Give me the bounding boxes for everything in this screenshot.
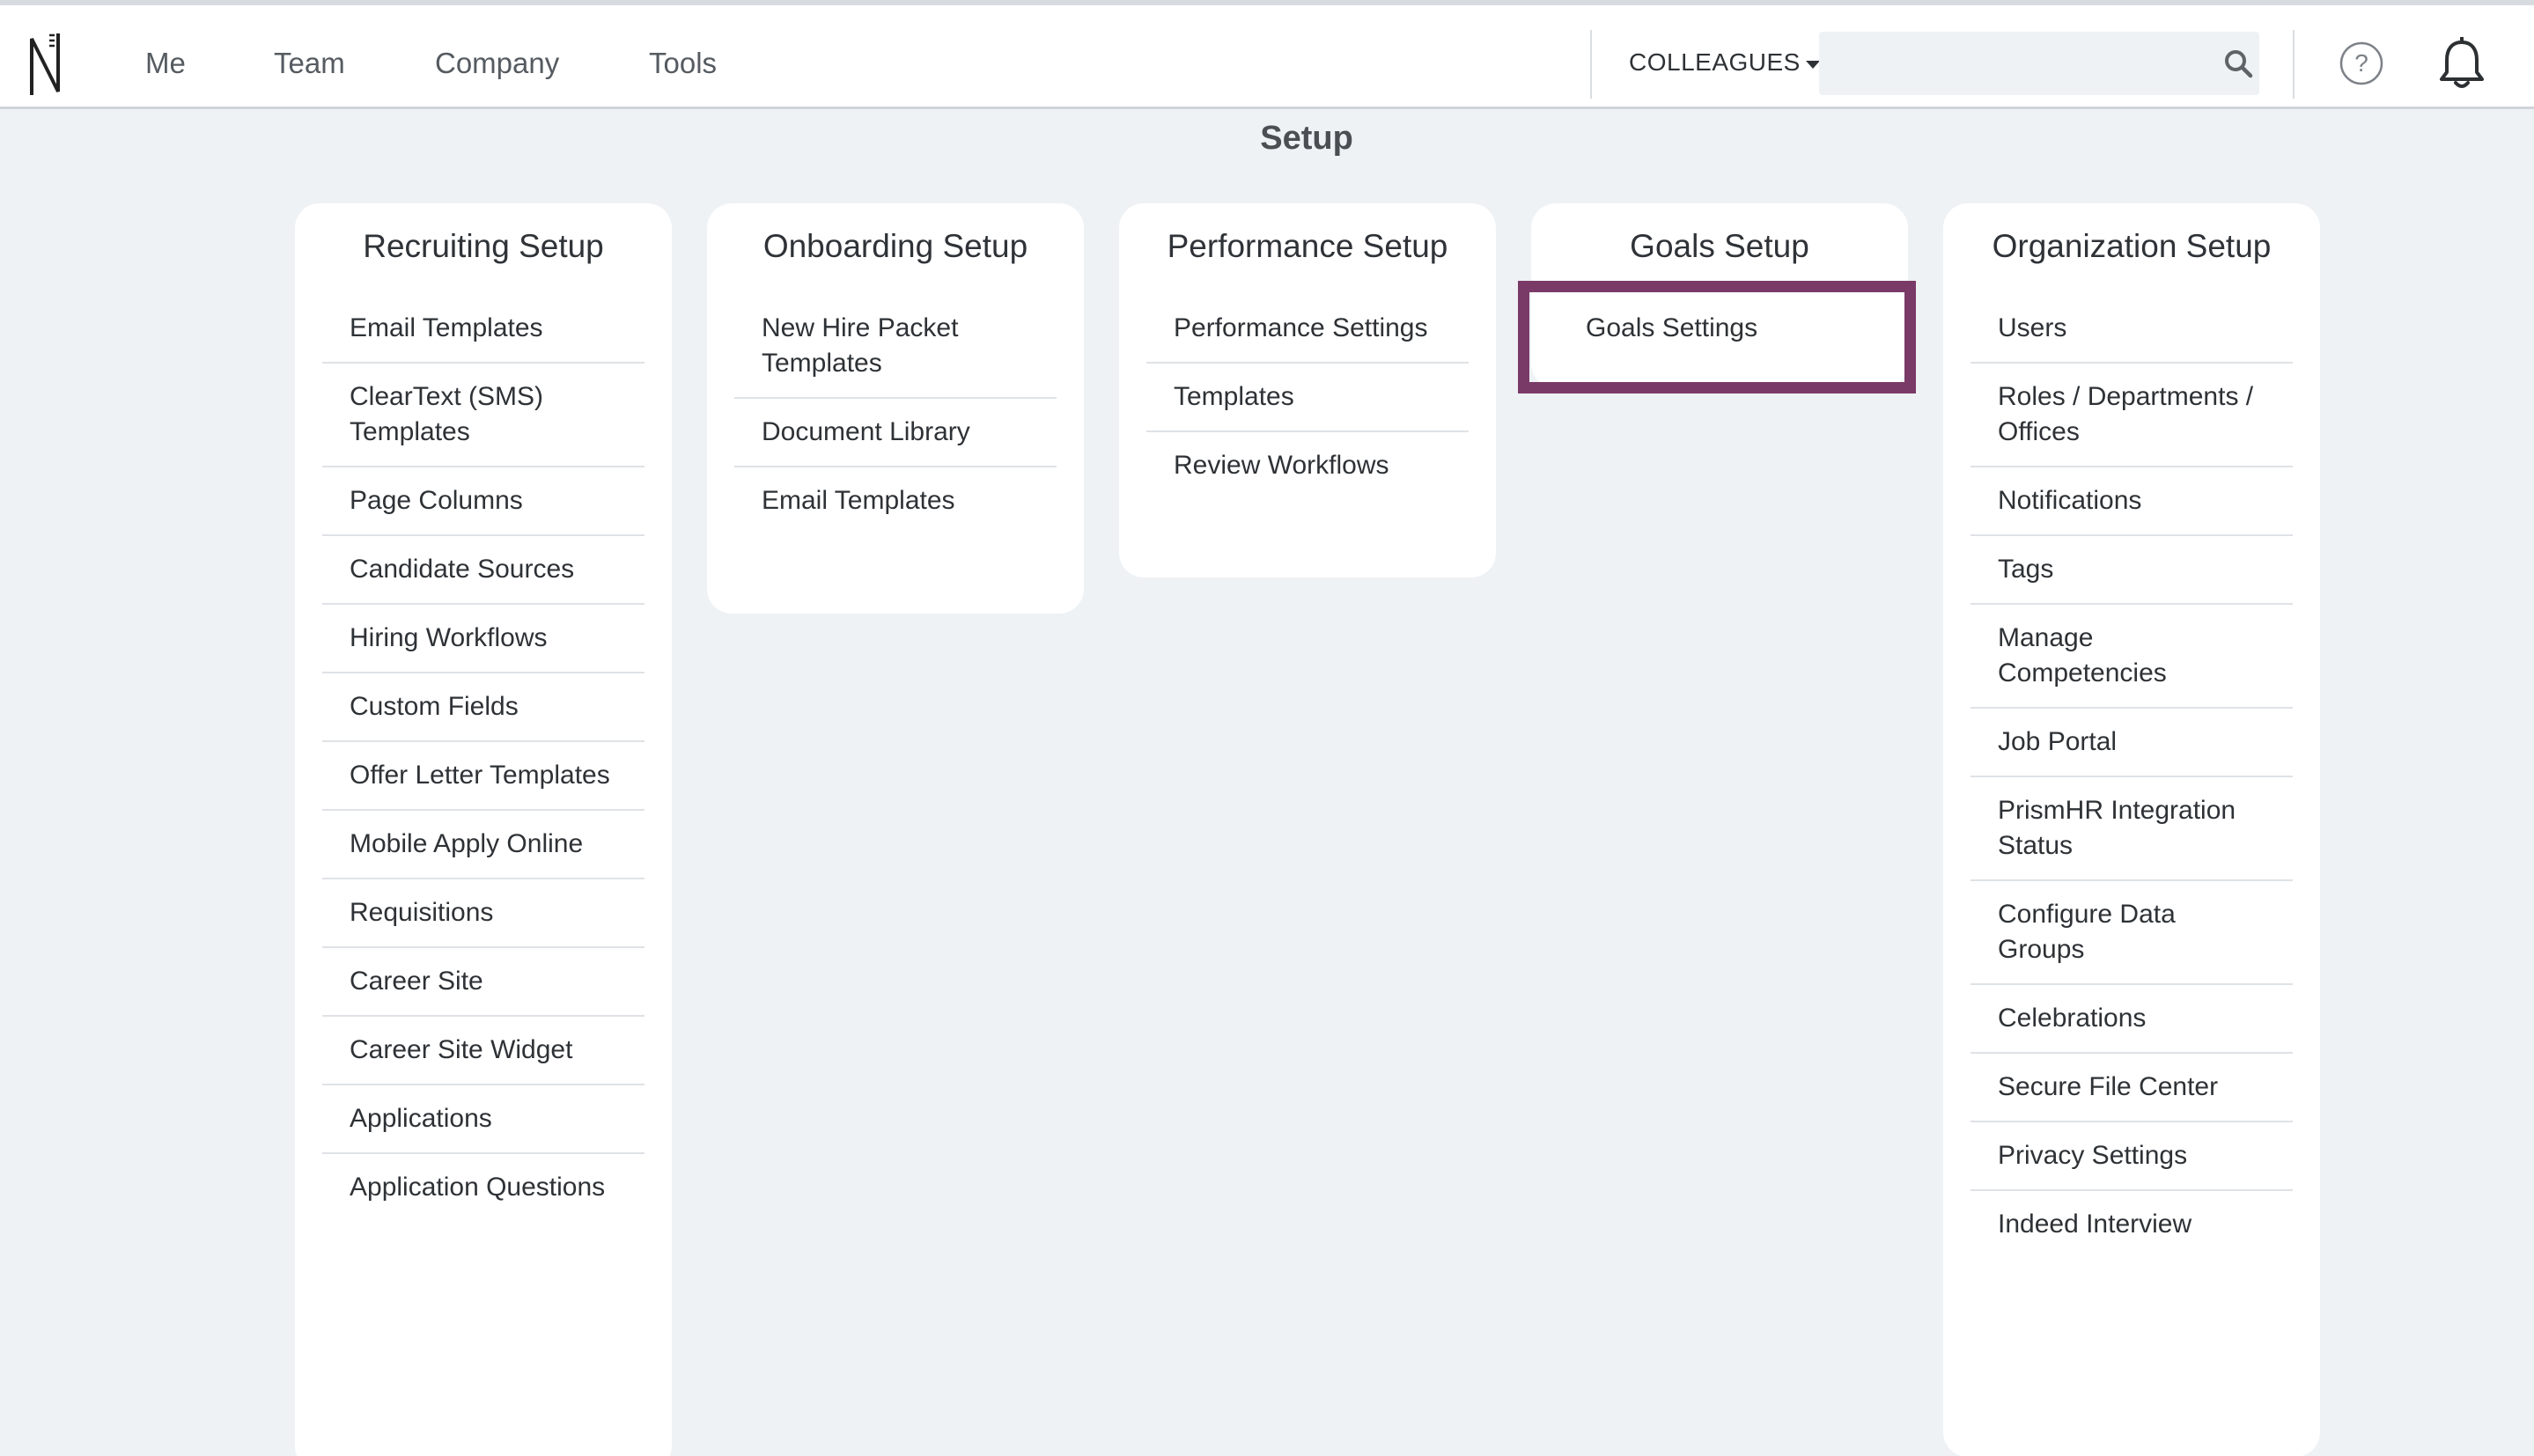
onboarding-setup-card: Onboarding Setup New Hire Packet Templat… <box>707 203 1084 614</box>
organization-setup-card: Organization Setup Users Roles / Departm… <box>1943 203 2320 1456</box>
setup-link-onboarding-email-templates[interactable]: Email Templates <box>734 467 1057 534</box>
setup-link-secure-file-center[interactable]: Secure File Center <box>1970 1054 2293 1122</box>
card-title: Organization Setup <box>1992 228 2272 264</box>
performance-setup-card: Performance Setup Performance Settings T… <box>1119 203 1496 577</box>
nav-divider <box>2293 30 2295 99</box>
setup-link-career-site-widget[interactable]: Career Site Widget <box>322 1017 645 1085</box>
setup-link-hiring-workflows[interactable]: Hiring Workflows <box>322 605 645 673</box>
recruiting-setup-card: Recruiting Setup Email Templates ClearTe… <box>295 203 672 1456</box>
setup-link-indeed-interview[interactable]: Indeed Interview <box>1970 1191 2293 1258</box>
setup-link-requisitions[interactable]: Requisitions <box>322 879 645 948</box>
setup-link-job-portal[interactable]: Job Portal <box>1970 709 2293 777</box>
colleagues-label: COLLEAGUES <box>1629 48 1801 76</box>
card-title: Recruiting Setup <box>363 228 604 264</box>
page-title: Setup <box>1260 120 1353 157</box>
notification-bell-icon[interactable] <box>2437 37 2486 92</box>
setup-link-users[interactable]: Users <box>1970 295 2293 364</box>
goals-setup-card: Goals Setup Goals Settings <box>1531 203 1908 388</box>
card-title: Performance Setup <box>1167 228 1448 264</box>
setup-link-career-site[interactable]: Career Site <box>322 948 645 1017</box>
setup-link-custom-fields[interactable]: Custom Fields <box>322 673 645 742</box>
setup-link-performance-settings[interactable]: Performance Settings <box>1146 295 1469 364</box>
setup-link-celebrations[interactable]: Celebrations <box>1970 985 2293 1054</box>
svg-text:?: ? <box>2354 49 2368 77</box>
setup-link-page-columns[interactable]: Page Columns <box>322 467 645 536</box>
nav-tools[interactable]: Tools <box>649 42 717 85</box>
setup-link-privacy-settings[interactable]: Privacy Settings <box>1970 1122 2293 1191</box>
setup-link-document-library[interactable]: Document Library <box>734 399 1057 467</box>
nav-team[interactable]: Team <box>274 42 345 85</box>
setup-link-email-templates[interactable]: Email Templates <box>322 295 645 364</box>
card-title: Goals Setup <box>1630 228 1809 264</box>
setup-link-cleartext-sms-templates[interactable]: ClearText (SMS) Templates <box>322 364 645 467</box>
setup-link-application-questions[interactable]: Application Questions <box>322 1154 645 1221</box>
search-input[interactable] <box>1819 32 2206 95</box>
nav-company[interactable]: Company <box>435 42 559 85</box>
search-icon[interactable] <box>2222 48 2254 79</box>
top-navigation-bar: Me Team Company Tools COLLEAGUES ? <box>0 0 2534 109</box>
nav-me[interactable]: Me <box>145 42 186 85</box>
setup-link-review-workflows[interactable]: Review Workflows <box>1146 432 1469 499</box>
setup-link-tags[interactable]: Tags <box>1970 536 2293 605</box>
setup-link-candidate-sources[interactable]: Candidate Sources <box>322 536 645 605</box>
setup-link-goals-settings[interactable]: Goals Settings <box>1558 295 1881 362</box>
setup-link-roles-departments-offices[interactable]: Roles / Departments / Offices <box>1970 364 2293 467</box>
setup-link-prismhr-integration-status[interactable]: PrismHR Integration Status <box>1970 777 2293 881</box>
setup-link-mobile-apply-online[interactable]: Mobile Apply Online <box>322 811 645 879</box>
setup-link-new-hire-packet-templates[interactable]: New Hire Packet Templates <box>734 295 1057 399</box>
company-logo-icon[interactable] <box>28 30 63 97</box>
setup-link-performance-templates[interactable]: Templates <box>1146 364 1469 432</box>
colleagues-dropdown[interactable]: COLLEAGUES <box>1629 42 1820 83</box>
search-box <box>1819 32 2259 95</box>
setup-link-notifications[interactable]: Notifications <box>1970 467 2293 536</box>
nav-divider <box>1590 30 1592 99</box>
setup-link-applications[interactable]: Applications <box>322 1085 645 1154</box>
setup-link-offer-letter-templates[interactable]: Offer Letter Templates <box>322 742 645 811</box>
setup-link-configure-data-groups[interactable]: Configure Data Groups <box>1970 881 2293 985</box>
setup-link-manage-competencies[interactable]: Manage Competencies <box>1970 605 2293 709</box>
card-title: Onboarding Setup <box>762 228 1028 264</box>
help-icon[interactable]: ? <box>2339 40 2384 86</box>
chevron-down-icon <box>1805 60 1820 69</box>
